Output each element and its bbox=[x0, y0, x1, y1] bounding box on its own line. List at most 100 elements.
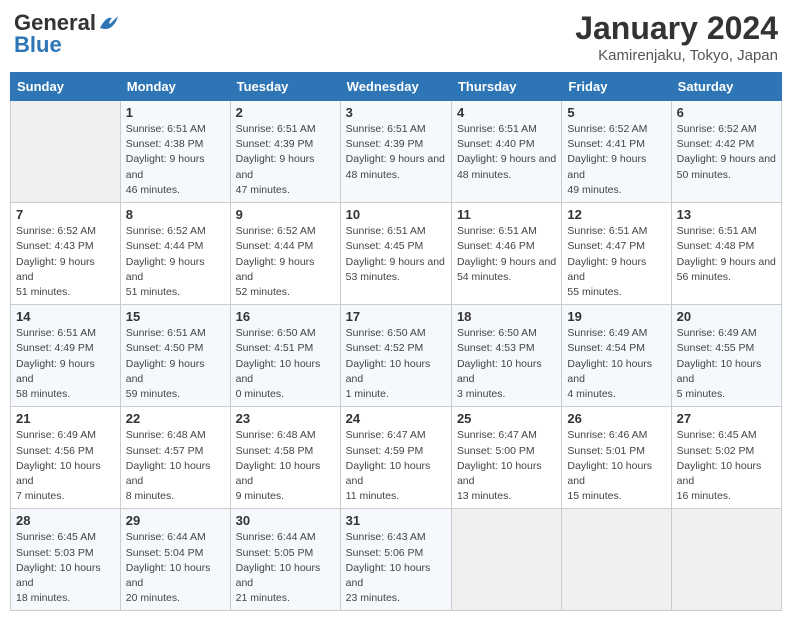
day-detail: Sunrise: 6:52 AM Sunset: 4:42 PM Dayligh… bbox=[677, 122, 776, 183]
calendar-cell: 2 Sunrise: 6:51 AM Sunset: 4:39 PM Daylig… bbox=[230, 101, 340, 203]
day-number: 18 bbox=[457, 309, 556, 324]
calendar-cell: 17Sunrise: 6:50 AM Sunset: 4:52 PM Dayli… bbox=[340, 305, 451, 407]
day-detail: Sunrise: 6:51 AM Sunset: 4:49 PM Dayligh… bbox=[16, 326, 115, 402]
day-number: 25 bbox=[457, 411, 556, 426]
day-detail: Sunrise: 6:46 AM Sunset: 5:01 PM Dayligh… bbox=[567, 428, 665, 504]
calendar-cell: 15Sunrise: 6:51 AM Sunset: 4:50 PM Dayli… bbox=[120, 305, 230, 407]
day-number: 21 bbox=[16, 411, 115, 426]
day-detail: Sunrise: 6:48 AM Sunset: 4:57 PM Dayligh… bbox=[126, 428, 225, 504]
calendar-table: SundayMondayTuesdayWednesdayThursdayFrid… bbox=[10, 72, 782, 611]
calendar-cell: 7 Sunrise: 6:52 AM Sunset: 4:43 PM Daylig… bbox=[11, 203, 121, 305]
calendar-cell: 26Sunrise: 6:46 AM Sunset: 5:01 PM Dayli… bbox=[562, 407, 671, 509]
calendar-cell: 24 Sunrise: 6:47 AM Sunset: 4:59 PM Dayli… bbox=[340, 407, 451, 509]
calendar-cell: 6 Sunrise: 6:52 AM Sunset: 4:42 PM Daylig… bbox=[671, 101, 781, 203]
day-number: 22 bbox=[126, 411, 225, 426]
calendar-week-row: 21 Sunrise: 6:49 AM Sunset: 4:56 PM Dayli… bbox=[11, 407, 782, 509]
weekday-header-saturday: Saturday bbox=[671, 73, 781, 101]
day-number: 6 bbox=[677, 105, 776, 120]
calendar-cell: 31Sunrise: 6:43 AM Sunset: 5:06 PM Dayli… bbox=[340, 509, 451, 611]
calendar-cell bbox=[562, 509, 671, 611]
weekday-header-thursday: Thursday bbox=[451, 73, 561, 101]
day-detail: Sunrise: 6:48 AM Sunset: 4:58 PM Dayligh… bbox=[236, 428, 335, 504]
day-detail: Sunrise: 6:50 AM Sunset: 4:52 PM Dayligh… bbox=[346, 326, 446, 402]
calendar-cell: 21 Sunrise: 6:49 AM Sunset: 4:56 PM Dayli… bbox=[11, 407, 121, 509]
calendar-cell: 29 Sunrise: 6:44 AM Sunset: 5:04 PM Dayli… bbox=[120, 509, 230, 611]
day-number: 5 bbox=[567, 105, 665, 120]
day-detail: Sunrise: 6:47 AM Sunset: 5:00 PM Dayligh… bbox=[457, 428, 556, 504]
day-detail: Sunrise: 6:51 AM Sunset: 4:45 PM Dayligh… bbox=[346, 224, 446, 285]
day-detail: Sunrise: 6:52 AM Sunset: 4:44 PM Dayligh… bbox=[236, 224, 335, 300]
calendar-cell: 11Sunrise: 6:51 AM Sunset: 4:46 PM Dayli… bbox=[451, 203, 561, 305]
calendar-cell: 3 Sunrise: 6:51 AM Sunset: 4:39 PM Daylig… bbox=[340, 101, 451, 203]
day-detail: Sunrise: 6:49 AM Sunset: 4:55 PM Dayligh… bbox=[677, 326, 776, 402]
day-number: 30 bbox=[236, 513, 335, 528]
day-number: 27 bbox=[677, 411, 776, 426]
weekday-header-friday: Friday bbox=[562, 73, 671, 101]
day-detail: Sunrise: 6:50 AM Sunset: 4:53 PM Dayligh… bbox=[457, 326, 556, 402]
day-detail: Sunrise: 6:44 AM Sunset: 5:04 PM Dayligh… bbox=[126, 530, 225, 606]
calendar-cell: 19Sunrise: 6:49 AM Sunset: 4:54 PM Dayli… bbox=[562, 305, 671, 407]
calendar-cell: 25 Sunrise: 6:47 AM Sunset: 5:00 PM Dayli… bbox=[451, 407, 561, 509]
day-number: 13 bbox=[677, 207, 776, 222]
day-detail: Sunrise: 6:51 AM Sunset: 4:38 PM Dayligh… bbox=[126, 122, 225, 198]
day-detail: Sunrise: 6:51 AM Sunset: 4:40 PM Dayligh… bbox=[457, 122, 556, 183]
logo-blue: Blue bbox=[14, 32, 62, 58]
weekday-header-tuesday: Tuesday bbox=[230, 73, 340, 101]
calendar-cell: 1 Sunrise: 6:51 AM Sunset: 4:38 PM Daylig… bbox=[120, 101, 230, 203]
title-block: January 2024 Kamirenjaku, Tokyo, Japan bbox=[575, 10, 778, 64]
calendar-cell bbox=[11, 101, 121, 203]
day-detail: Sunrise: 6:51 AM Sunset: 4:46 PM Dayligh… bbox=[457, 224, 556, 285]
day-number: 29 bbox=[126, 513, 225, 528]
day-detail: Sunrise: 6:49 AM Sunset: 4:56 PM Dayligh… bbox=[16, 428, 115, 504]
calendar-cell: 8Sunrise: 6:52 AM Sunset: 4:44 PM Daylig… bbox=[120, 203, 230, 305]
day-detail: Sunrise: 6:52 AM Sunset: 4:41 PM Dayligh… bbox=[567, 122, 665, 198]
day-number: 4 bbox=[457, 105, 556, 120]
day-number: 2 bbox=[236, 105, 335, 120]
weekday-header-monday: Monday bbox=[120, 73, 230, 101]
logo-bird-icon bbox=[98, 14, 120, 32]
calendar-cell: 23 Sunrise: 6:48 AM Sunset: 4:58 PM Dayli… bbox=[230, 407, 340, 509]
day-detail: Sunrise: 6:51 AM Sunset: 4:47 PM Dayligh… bbox=[567, 224, 665, 300]
day-number: 12 bbox=[567, 207, 665, 222]
day-detail: Sunrise: 6:50 AM Sunset: 4:51 PM Dayligh… bbox=[236, 326, 335, 402]
weekday-header-wednesday: Wednesday bbox=[340, 73, 451, 101]
day-detail: Sunrise: 6:51 AM Sunset: 4:39 PM Dayligh… bbox=[346, 122, 446, 183]
day-number: 28 bbox=[16, 513, 115, 528]
calendar-week-row: 28 Sunrise: 6:45 AM Sunset: 5:03 PM Dayli… bbox=[11, 509, 782, 611]
main-title: January 2024 bbox=[575, 10, 778, 47]
subtitle: Kamirenjaku, Tokyo, Japan bbox=[575, 47, 778, 64]
calendar-cell: 30 Sunrise: 6:44 AM Sunset: 5:05 PM Dayli… bbox=[230, 509, 340, 611]
day-number: 7 bbox=[16, 207, 115, 222]
calendar-cell: 28 Sunrise: 6:45 AM Sunset: 5:03 PM Dayli… bbox=[11, 509, 121, 611]
day-detail: Sunrise: 6:45 AM Sunset: 5:03 PM Dayligh… bbox=[16, 530, 115, 606]
calendar-cell: 12 Sunrise: 6:51 AM Sunset: 4:47 PM Dayli… bbox=[562, 203, 671, 305]
day-number: 9 bbox=[236, 207, 335, 222]
day-detail: Sunrise: 6:51 AM Sunset: 4:39 PM Dayligh… bbox=[236, 122, 335, 198]
calendar-week-row: 1 Sunrise: 6:51 AM Sunset: 4:38 PM Daylig… bbox=[11, 101, 782, 203]
weekday-header-row: SundayMondayTuesdayWednesdayThursdayFrid… bbox=[11, 73, 782, 101]
day-number: 3 bbox=[346, 105, 446, 120]
calendar-week-row: 7 Sunrise: 6:52 AM Sunset: 4:43 PM Daylig… bbox=[11, 203, 782, 305]
calendar-cell: 9 Sunrise: 6:52 AM Sunset: 4:44 PM Daylig… bbox=[230, 203, 340, 305]
calendar-week-row: 14 Sunrise: 6:51 AM Sunset: 4:49 PM Dayli… bbox=[11, 305, 782, 407]
calendar-cell bbox=[671, 509, 781, 611]
day-number: 31 bbox=[346, 513, 446, 528]
day-number: 24 bbox=[346, 411, 446, 426]
calendar-cell: 4 Sunrise: 6:51 AM Sunset: 4:40 PM Daylig… bbox=[451, 101, 561, 203]
calendar-cell: 16Sunrise: 6:50 AM Sunset: 4:51 PM Dayli… bbox=[230, 305, 340, 407]
calendar-cell: 20Sunrise: 6:49 AM Sunset: 4:55 PM Dayli… bbox=[671, 305, 781, 407]
day-number: 14 bbox=[16, 309, 115, 324]
day-detail: Sunrise: 6:52 AM Sunset: 4:43 PM Dayligh… bbox=[16, 224, 115, 300]
page-header: General Blue January 2024 Kamirenjaku, T… bbox=[10, 10, 782, 64]
day-detail: Sunrise: 6:49 AM Sunset: 4:54 PM Dayligh… bbox=[567, 326, 665, 402]
day-number: 23 bbox=[236, 411, 335, 426]
day-detail: Sunrise: 6:47 AM Sunset: 4:59 PM Dayligh… bbox=[346, 428, 446, 504]
day-detail: Sunrise: 6:44 AM Sunset: 5:05 PM Dayligh… bbox=[236, 530, 335, 606]
logo: General Blue bbox=[14, 10, 120, 58]
day-number: 1 bbox=[126, 105, 225, 120]
calendar-cell bbox=[451, 509, 561, 611]
calendar-cell: 18 Sunrise: 6:50 AM Sunset: 4:53 PM Dayli… bbox=[451, 305, 561, 407]
day-number: 8 bbox=[126, 207, 225, 222]
calendar-cell: 22 Sunrise: 6:48 AM Sunset: 4:57 PM Dayli… bbox=[120, 407, 230, 509]
weekday-header-sunday: Sunday bbox=[11, 73, 121, 101]
